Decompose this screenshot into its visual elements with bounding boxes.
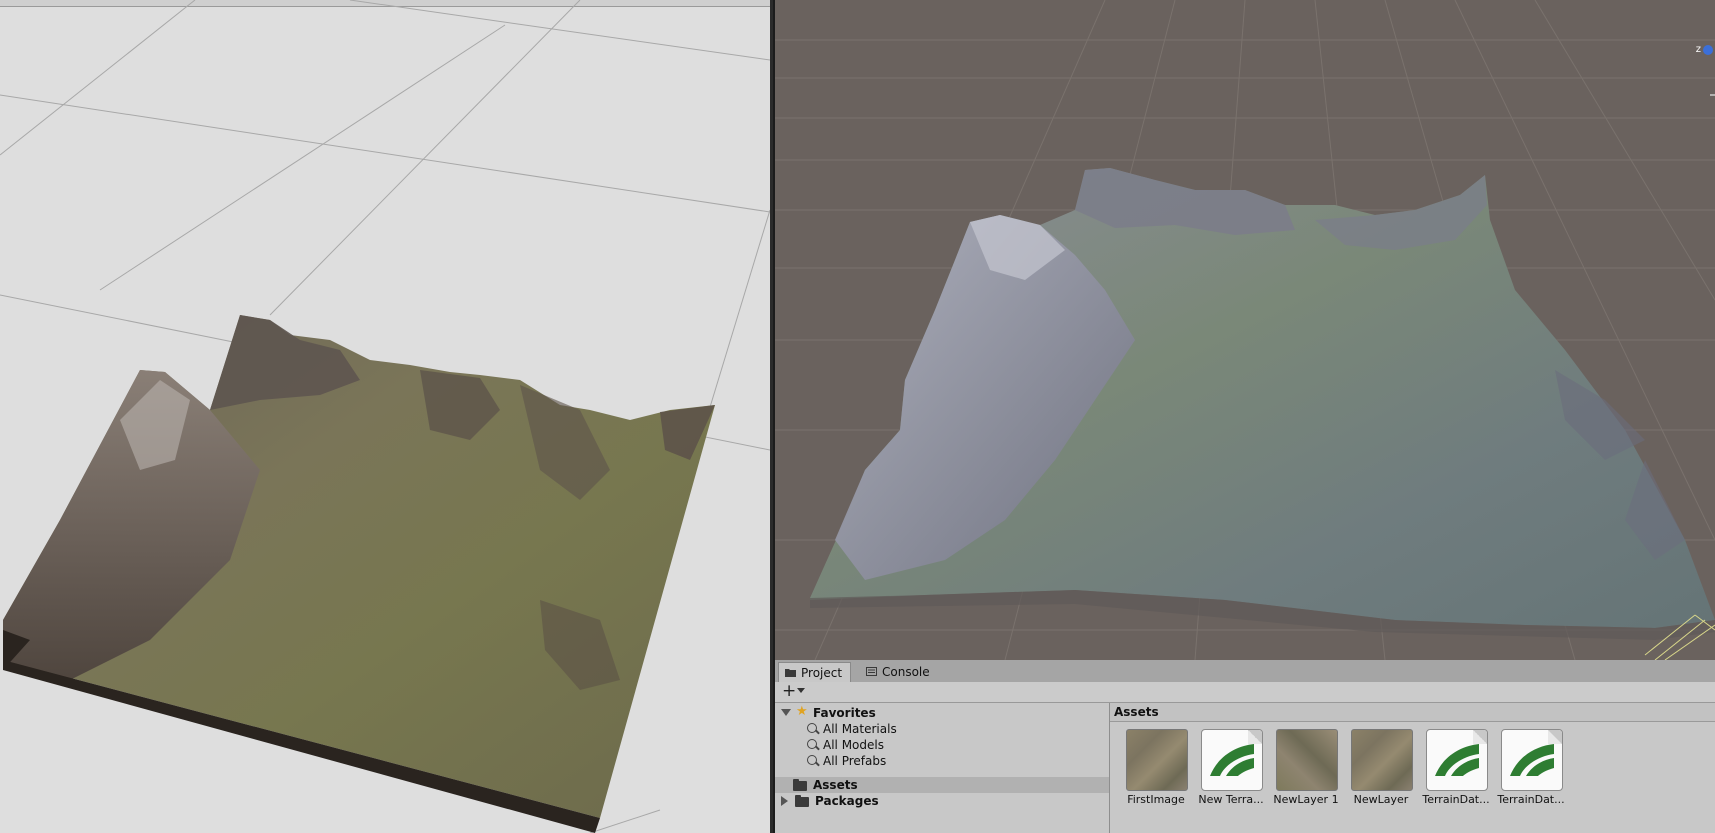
left-terrain-viewport[interactable] — [0, 0, 770, 833]
plus-icon: + — [782, 681, 797, 701]
panel-tab-strip: Project Console — [775, 660, 1715, 683]
asset-name: New Terra... — [1198, 793, 1264, 806]
tab-project-label: Project — [801, 666, 843, 680]
tree-packages[interactable]: Packages — [781, 793, 1101, 809]
tree-all-models[interactable]: All Models — [807, 737, 1097, 753]
scene-view-canvas — [775, 0, 1715, 660]
left-viewport-canvas — [0, 0, 770, 833]
scene-view[interactable]: z — [775, 0, 1715, 660]
tab-console[interactable]: Console — [860, 662, 938, 682]
tree-item-label: All Materials — [823, 722, 897, 736]
folder-icon — [785, 669, 796, 677]
star-icon: ★ — [796, 704, 808, 719]
project-folder-tree: ★ Favorites All Materials All Models All… — [775, 703, 1110, 833]
asset-name: TerrainDat... — [1422, 793, 1490, 806]
assets-browser: Assets FirstImage New Terra... NewLayer … — [1110, 703, 1715, 833]
tree-assets[interactable]: Assets — [793, 777, 1093, 793]
project-toolbar: + — [775, 682, 1715, 703]
create-asset-dropdown[interactable]: + — [781, 681, 807, 701]
tree-packages-label: Packages — [815, 794, 879, 808]
tree-favorites[interactable]: ★ Favorites — [781, 704, 1101, 721]
terrain-data-icon — [1501, 729, 1563, 791]
project-panel: Project Console + ★ Favorites All Materi… — [775, 660, 1715, 833]
search-icon — [807, 739, 817, 749]
z-axis-gizmo[interactable] — [1703, 45, 1713, 55]
tree-item-label: All Prefabs — [823, 754, 887, 768]
tab-project[interactable]: Project — [778, 662, 852, 683]
asset-name: NewLayer — [1353, 793, 1409, 806]
expand-right-icon[interactable] — [781, 796, 788, 806]
terrain-data-icon — [1426, 729, 1488, 791]
tree-favorites-label: Favorites — [813, 706, 876, 720]
chevron-down-icon — [797, 688, 805, 693]
tree-all-prefabs[interactable]: All Prefabs — [807, 753, 1097, 769]
search-icon — [807, 755, 817, 765]
texture-thumbnail — [1351, 729, 1413, 791]
axis-z-label: z — [1695, 44, 1701, 55]
tab-console-label: Console — [882, 665, 930, 679]
assets-breadcrumb: Assets — [1110, 703, 1715, 722]
terrain-data-icon — [1201, 729, 1263, 791]
asset-name: FirstImage — [1127, 793, 1185, 806]
folder-icon — [795, 795, 809, 807]
folder-open-icon — [793, 779, 807, 791]
expand-down-icon[interactable] — [781, 709, 791, 716]
tree-item-label: All Models — [823, 738, 884, 752]
console-icon — [866, 667, 877, 676]
texture-thumbnail — [1126, 729, 1188, 791]
search-icon — [807, 723, 817, 733]
asset-name: NewLayer 1 — [1273, 793, 1339, 806]
asset-name: TerrainDat... — [1497, 793, 1565, 806]
tree-all-materials[interactable]: All Materials — [807, 721, 1097, 737]
tree-assets-label: Assets — [813, 778, 858, 792]
texture-thumbnail — [1276, 729, 1338, 791]
